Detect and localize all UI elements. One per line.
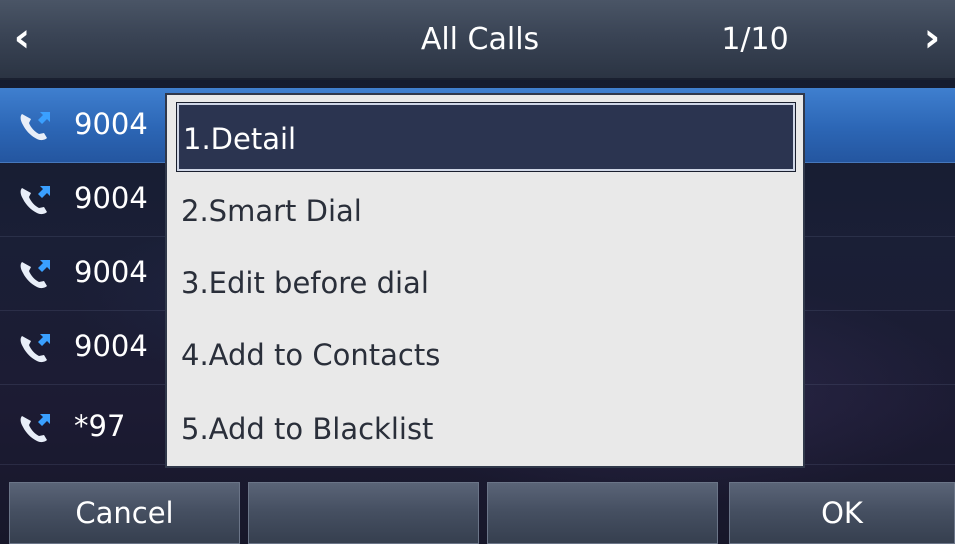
cancel-softkey[interactable]: Cancel bbox=[9, 482, 240, 544]
call-number: 9004 bbox=[74, 255, 148, 289]
chevron-right-icon[interactable]: › bbox=[912, 14, 952, 62]
phone-incoming-icon bbox=[20, 112, 50, 141]
softkey-2[interactable] bbox=[248, 482, 479, 544]
chevron-left-icon[interactable]: ‹ bbox=[2, 14, 42, 62]
options-menu: 1.Detail 2.Smart Dial 3.Edit before dial… bbox=[165, 93, 805, 468]
ok-softkey[interactable]: OK bbox=[729, 482, 955, 544]
menu-item-smart-dial[interactable]: 2.Smart Dial bbox=[177, 177, 795, 245]
title-bar: ‹ All Calls 1/10 › bbox=[0, 0, 955, 80]
call-number: 9004 bbox=[74, 329, 148, 363]
call-number: 9004 bbox=[74, 107, 148, 141]
phone-screen: ‹ All Calls 1/10 › 9004 9004 9004 9004 *… bbox=[0, 0, 955, 544]
phone-incoming-icon bbox=[20, 186, 50, 215]
page-indicator: 1/10 bbox=[721, 22, 789, 57]
phone-incoming-icon bbox=[20, 414, 50, 443]
menu-item-edit-before-dial[interactable]: 3.Edit before dial bbox=[177, 249, 795, 317]
call-number: *97 bbox=[74, 409, 126, 443]
call-number: 9004 bbox=[74, 181, 148, 215]
menu-item-add-to-blacklist[interactable]: 5.Add to Blacklist bbox=[177, 395, 795, 463]
menu-item-detail[interactable]: 1.Detail bbox=[176, 102, 796, 172]
page-title: All Calls bbox=[420, 22, 540, 57]
phone-incoming-icon bbox=[20, 260, 50, 289]
menu-item-add-to-contacts[interactable]: 4.Add to Contacts bbox=[177, 321, 795, 389]
phone-incoming-icon bbox=[20, 334, 50, 363]
softkey-3[interactable] bbox=[487, 482, 718, 544]
